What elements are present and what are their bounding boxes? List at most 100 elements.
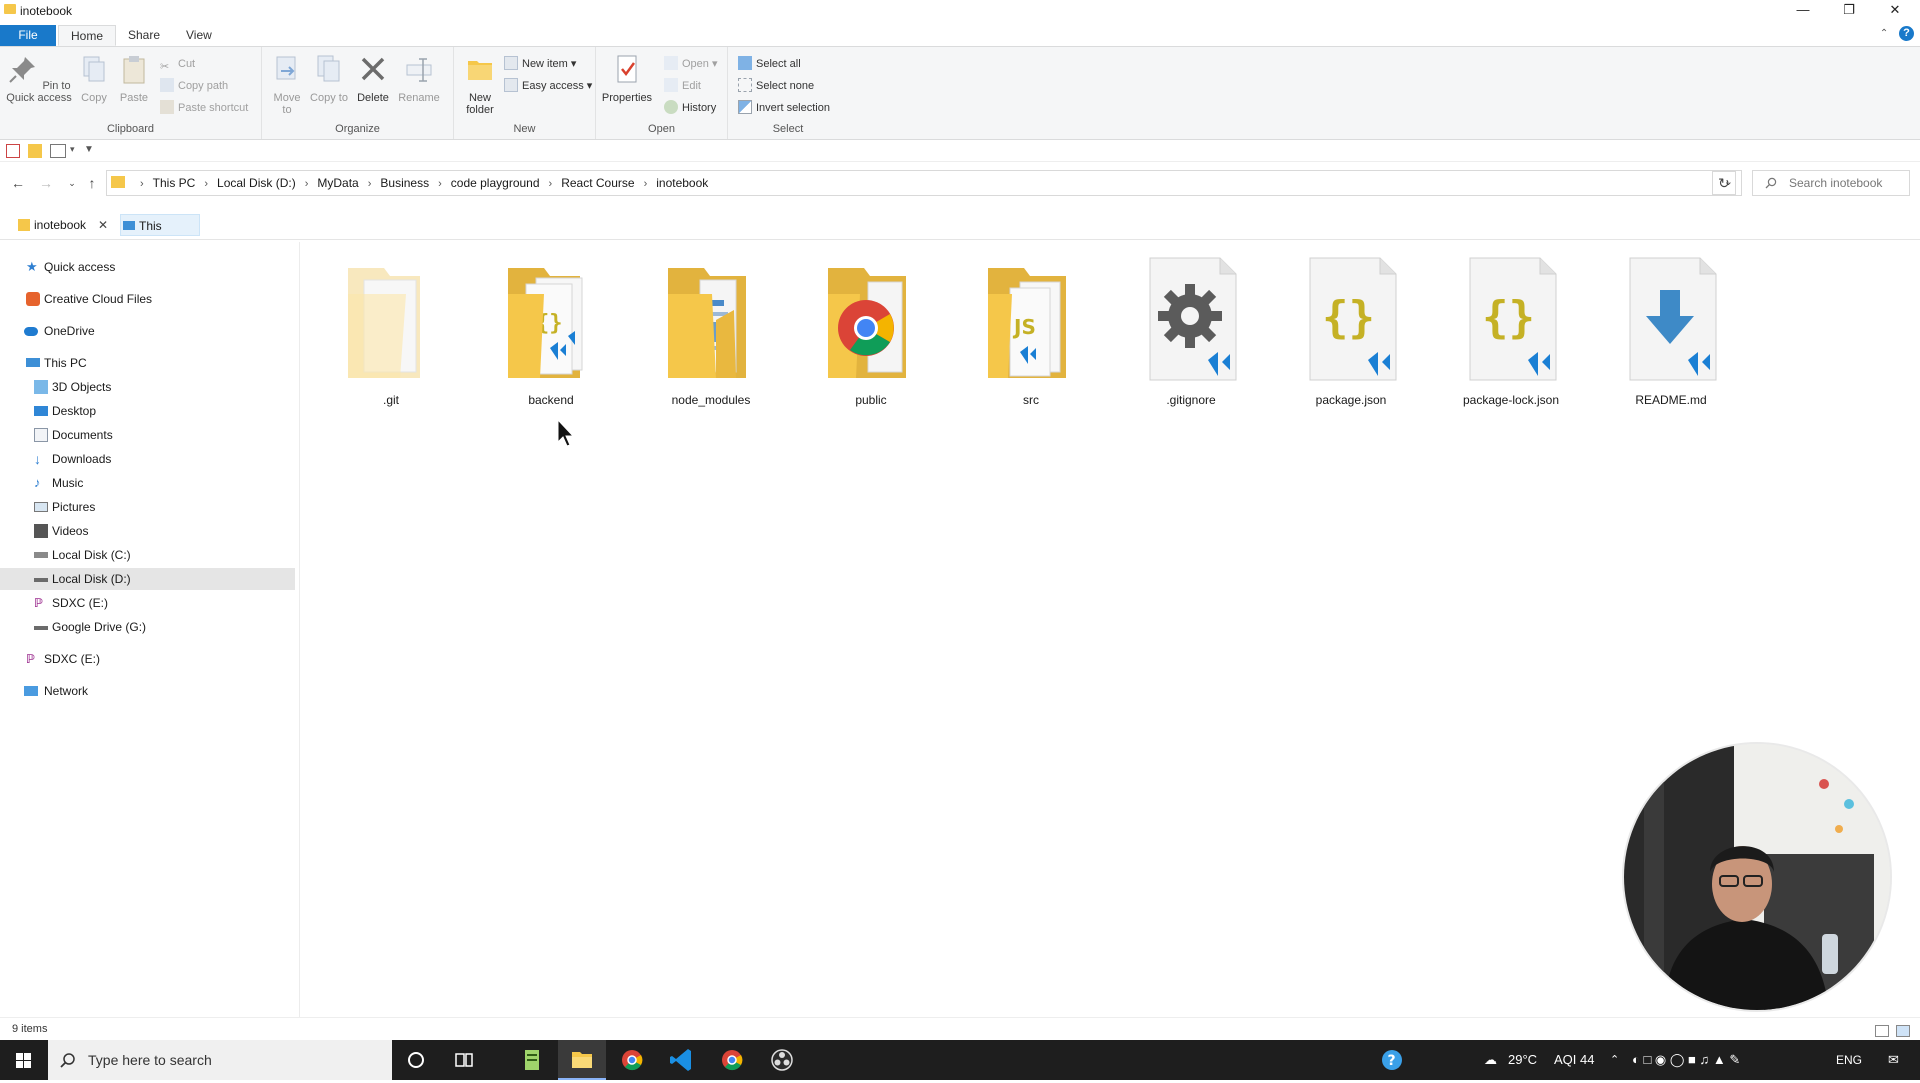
tab-file[interactable]: File xyxy=(0,25,56,46)
taskbar-search-input[interactable]: Type here to search xyxy=(48,1040,392,1080)
copy-path-button[interactable]: Copy path xyxy=(160,77,228,95)
restore-button[interactable]: ❐ xyxy=(1826,0,1872,22)
search-input[interactable]: Search inotebook xyxy=(1752,170,1910,196)
tab-inotebook[interactable]: inotebook ✕ xyxy=(16,214,116,236)
select-all-button[interactable]: Select all xyxy=(738,55,801,73)
taskbar-vscode-app[interactable] xyxy=(658,1040,706,1080)
properties-button[interactable]: Properties xyxy=(600,53,654,104)
breadcrumb-item[interactable]: MyData xyxy=(317,176,358,190)
chevron-up-icon[interactable]: ⌃ xyxy=(1610,1040,1619,1080)
chevron-up-icon[interactable]: ⌃ xyxy=(1880,28,1888,39)
large-icons-view-icon[interactable] xyxy=(1896,1025,1910,1037)
move-to-button[interactable]: Move to xyxy=(268,53,306,116)
paste-button[interactable]: Paste xyxy=(116,53,152,104)
recent-locations-chevron-icon[interactable]: ⌄ xyxy=(62,174,82,192)
sidebar-item-onedrive[interactable]: OneDrive xyxy=(0,320,295,342)
history-button[interactable]: History xyxy=(664,99,716,117)
file-item[interactable]: JS src xyxy=(966,250,1096,407)
sidebar-item-music[interactable]: ♪ Music xyxy=(0,472,295,494)
breadcrumb-separator-icon[interactable]: › xyxy=(305,178,309,190)
sidebar-item-sdxc-e[interactable]: ℙ SDXC (E:) xyxy=(0,592,295,614)
delete-button[interactable]: Delete xyxy=(354,53,392,104)
file-item[interactable]: .gitignore xyxy=(1126,250,1256,407)
breadcrumb-item[interactable]: Business xyxy=(380,176,429,190)
tray-icons[interactable]: ◐ □ ◉ ◯ ■ ♫ ▲ ✎ xyxy=(1632,1040,1740,1080)
tab-share[interactable]: Share xyxy=(116,25,172,46)
copy-to-button[interactable]: Copy to xyxy=(310,53,348,104)
new-folder-small-icon[interactable] xyxy=(28,144,42,158)
back-arrow-icon[interactable]: ← xyxy=(8,174,28,192)
file-item[interactable]: public xyxy=(806,250,936,407)
sidebar-item-creative-cloud[interactable]: Creative Cloud Files xyxy=(0,288,295,310)
customize-toolbar-icon[interactable]: ▼ xyxy=(84,144,98,158)
breadcrumb-separator-icon[interactable]: › xyxy=(549,178,553,190)
forward-arrow-icon[interactable]: → xyxy=(36,174,56,192)
edit-button[interactable]: Edit xyxy=(664,77,701,95)
easy-access-button[interactable]: Easy access ▾ xyxy=(504,77,592,95)
refresh-button[interactable]: ↻ xyxy=(1712,171,1736,195)
invert-selection-button[interactable]: Invert selection xyxy=(738,99,830,117)
sidebar-item-downloads[interactable]: ↓ Downloads xyxy=(0,448,295,470)
sidebar-item-network[interactable]: Network xyxy=(0,680,295,702)
file-item[interactable]: {} package.json xyxy=(1286,250,1416,407)
weather-temperature[interactable]: 29°C xyxy=(1508,1040,1537,1080)
minimize-button[interactable]: — xyxy=(1780,0,1826,22)
breadcrumb-item[interactable]: Local Disk (D:) xyxy=(217,176,296,190)
select-none-button[interactable]: Select none xyxy=(738,77,814,95)
breadcrumb-separator-icon[interactable]: › xyxy=(140,178,144,190)
pin-quick-access-button[interactable]: Pin to Quick access xyxy=(6,53,72,104)
copy-button[interactable]: Copy xyxy=(76,53,112,104)
chevron-down-icon[interactable]: ▾ xyxy=(70,144,84,158)
sidebar-item-this-pc[interactable]: This PC xyxy=(0,352,295,374)
sidebar-item-videos[interactable]: Videos xyxy=(0,520,295,542)
weather-cloud-icon[interactable]: ☁ xyxy=(1484,1040,1497,1080)
file-item[interactable]: README.md xyxy=(1606,250,1736,407)
new-folder-button[interactable]: New folder xyxy=(460,53,500,116)
paste-shortcut-button[interactable]: Paste shortcut xyxy=(160,99,248,117)
air-quality[interactable]: AQI 44 xyxy=(1554,1040,1594,1080)
sidebar-item-desktop[interactable]: Desktop xyxy=(0,400,295,422)
close-tab-icon[interactable]: ✕ xyxy=(98,218,108,232)
breadcrumb-separator-icon[interactable]: › xyxy=(204,178,208,190)
sidebar-item-3d-objects[interactable]: 3D Objects xyxy=(0,376,295,398)
new-item-button[interactable]: New item ▾ xyxy=(504,55,576,73)
sidebar-item-local-disk-d[interactable]: Local Disk (D:) xyxy=(0,568,295,590)
rename-button[interactable]: Rename xyxy=(396,53,442,104)
close-button[interactable]: ✕ xyxy=(1872,0,1918,22)
sidebar-item-local-disk-c[interactable]: Local Disk (C:) xyxy=(0,544,295,566)
cut-button[interactable]: ✂ Cut xyxy=(160,55,195,73)
taskbar-obs-app[interactable] xyxy=(758,1040,806,1080)
notification-icon[interactable]: ✉ xyxy=(1888,1040,1899,1080)
properties-check-icon[interactable] xyxy=(6,144,20,158)
help-icon[interactable]: ? xyxy=(1899,26,1914,41)
breadcrumb-item[interactable]: This PC xyxy=(153,176,196,190)
breadcrumb-separator-icon[interactable]: › xyxy=(368,178,372,190)
sidebar-item-pictures[interactable]: Pictures xyxy=(0,496,295,518)
file-item[interactable]: .git xyxy=(326,250,456,407)
breadcrumb-separator-icon[interactable]: › xyxy=(644,178,648,190)
task-view-button[interactable] xyxy=(440,1040,488,1080)
help-app-button[interactable]: ? xyxy=(1368,1040,1416,1080)
breadcrumb-item[interactable]: React Course xyxy=(561,176,634,190)
input-language[interactable]: ENG xyxy=(1836,1040,1862,1080)
breadcrumb-item[interactable]: inotebook xyxy=(656,176,708,190)
start-button[interactable] xyxy=(0,1040,48,1080)
sidebar-item-quick-access[interactable]: ★ Quick access xyxy=(0,256,295,278)
sidebar-item-google-drive[interactable]: Google Drive (G:) xyxy=(0,616,295,638)
file-item[interactable]: node_modules xyxy=(646,250,776,407)
breadcrumb-separator-icon[interactable]: › xyxy=(438,178,442,190)
file-item[interactable]: {} package-lock.json xyxy=(1446,250,1576,407)
layout-icon[interactable] xyxy=(50,144,66,158)
taskbar-chrome-app[interactable] xyxy=(608,1040,656,1080)
taskbar-file-explorer-app[interactable] xyxy=(558,1040,606,1080)
taskbar-chrome-profile-app[interactable] xyxy=(708,1040,756,1080)
details-view-icon[interactable] xyxy=(1874,1025,1889,1037)
taskbar-notepad-app[interactable] xyxy=(508,1040,556,1080)
up-arrow-icon[interactable]: ↑ xyxy=(82,174,102,192)
tab-this-pc[interactable]: This PC✕ xyxy=(120,214,200,255)
file-item[interactable]: {} backend xyxy=(486,250,616,407)
address-bar[interactable]: › This PC › Local Disk (D:) › MyData › Business… xyxy=(106,170,1742,196)
cortana-button[interactable] xyxy=(392,1040,440,1080)
open-button[interactable]: Open ▾ xyxy=(664,55,718,73)
breadcrumb-item[interactable]: code playground xyxy=(451,176,540,190)
